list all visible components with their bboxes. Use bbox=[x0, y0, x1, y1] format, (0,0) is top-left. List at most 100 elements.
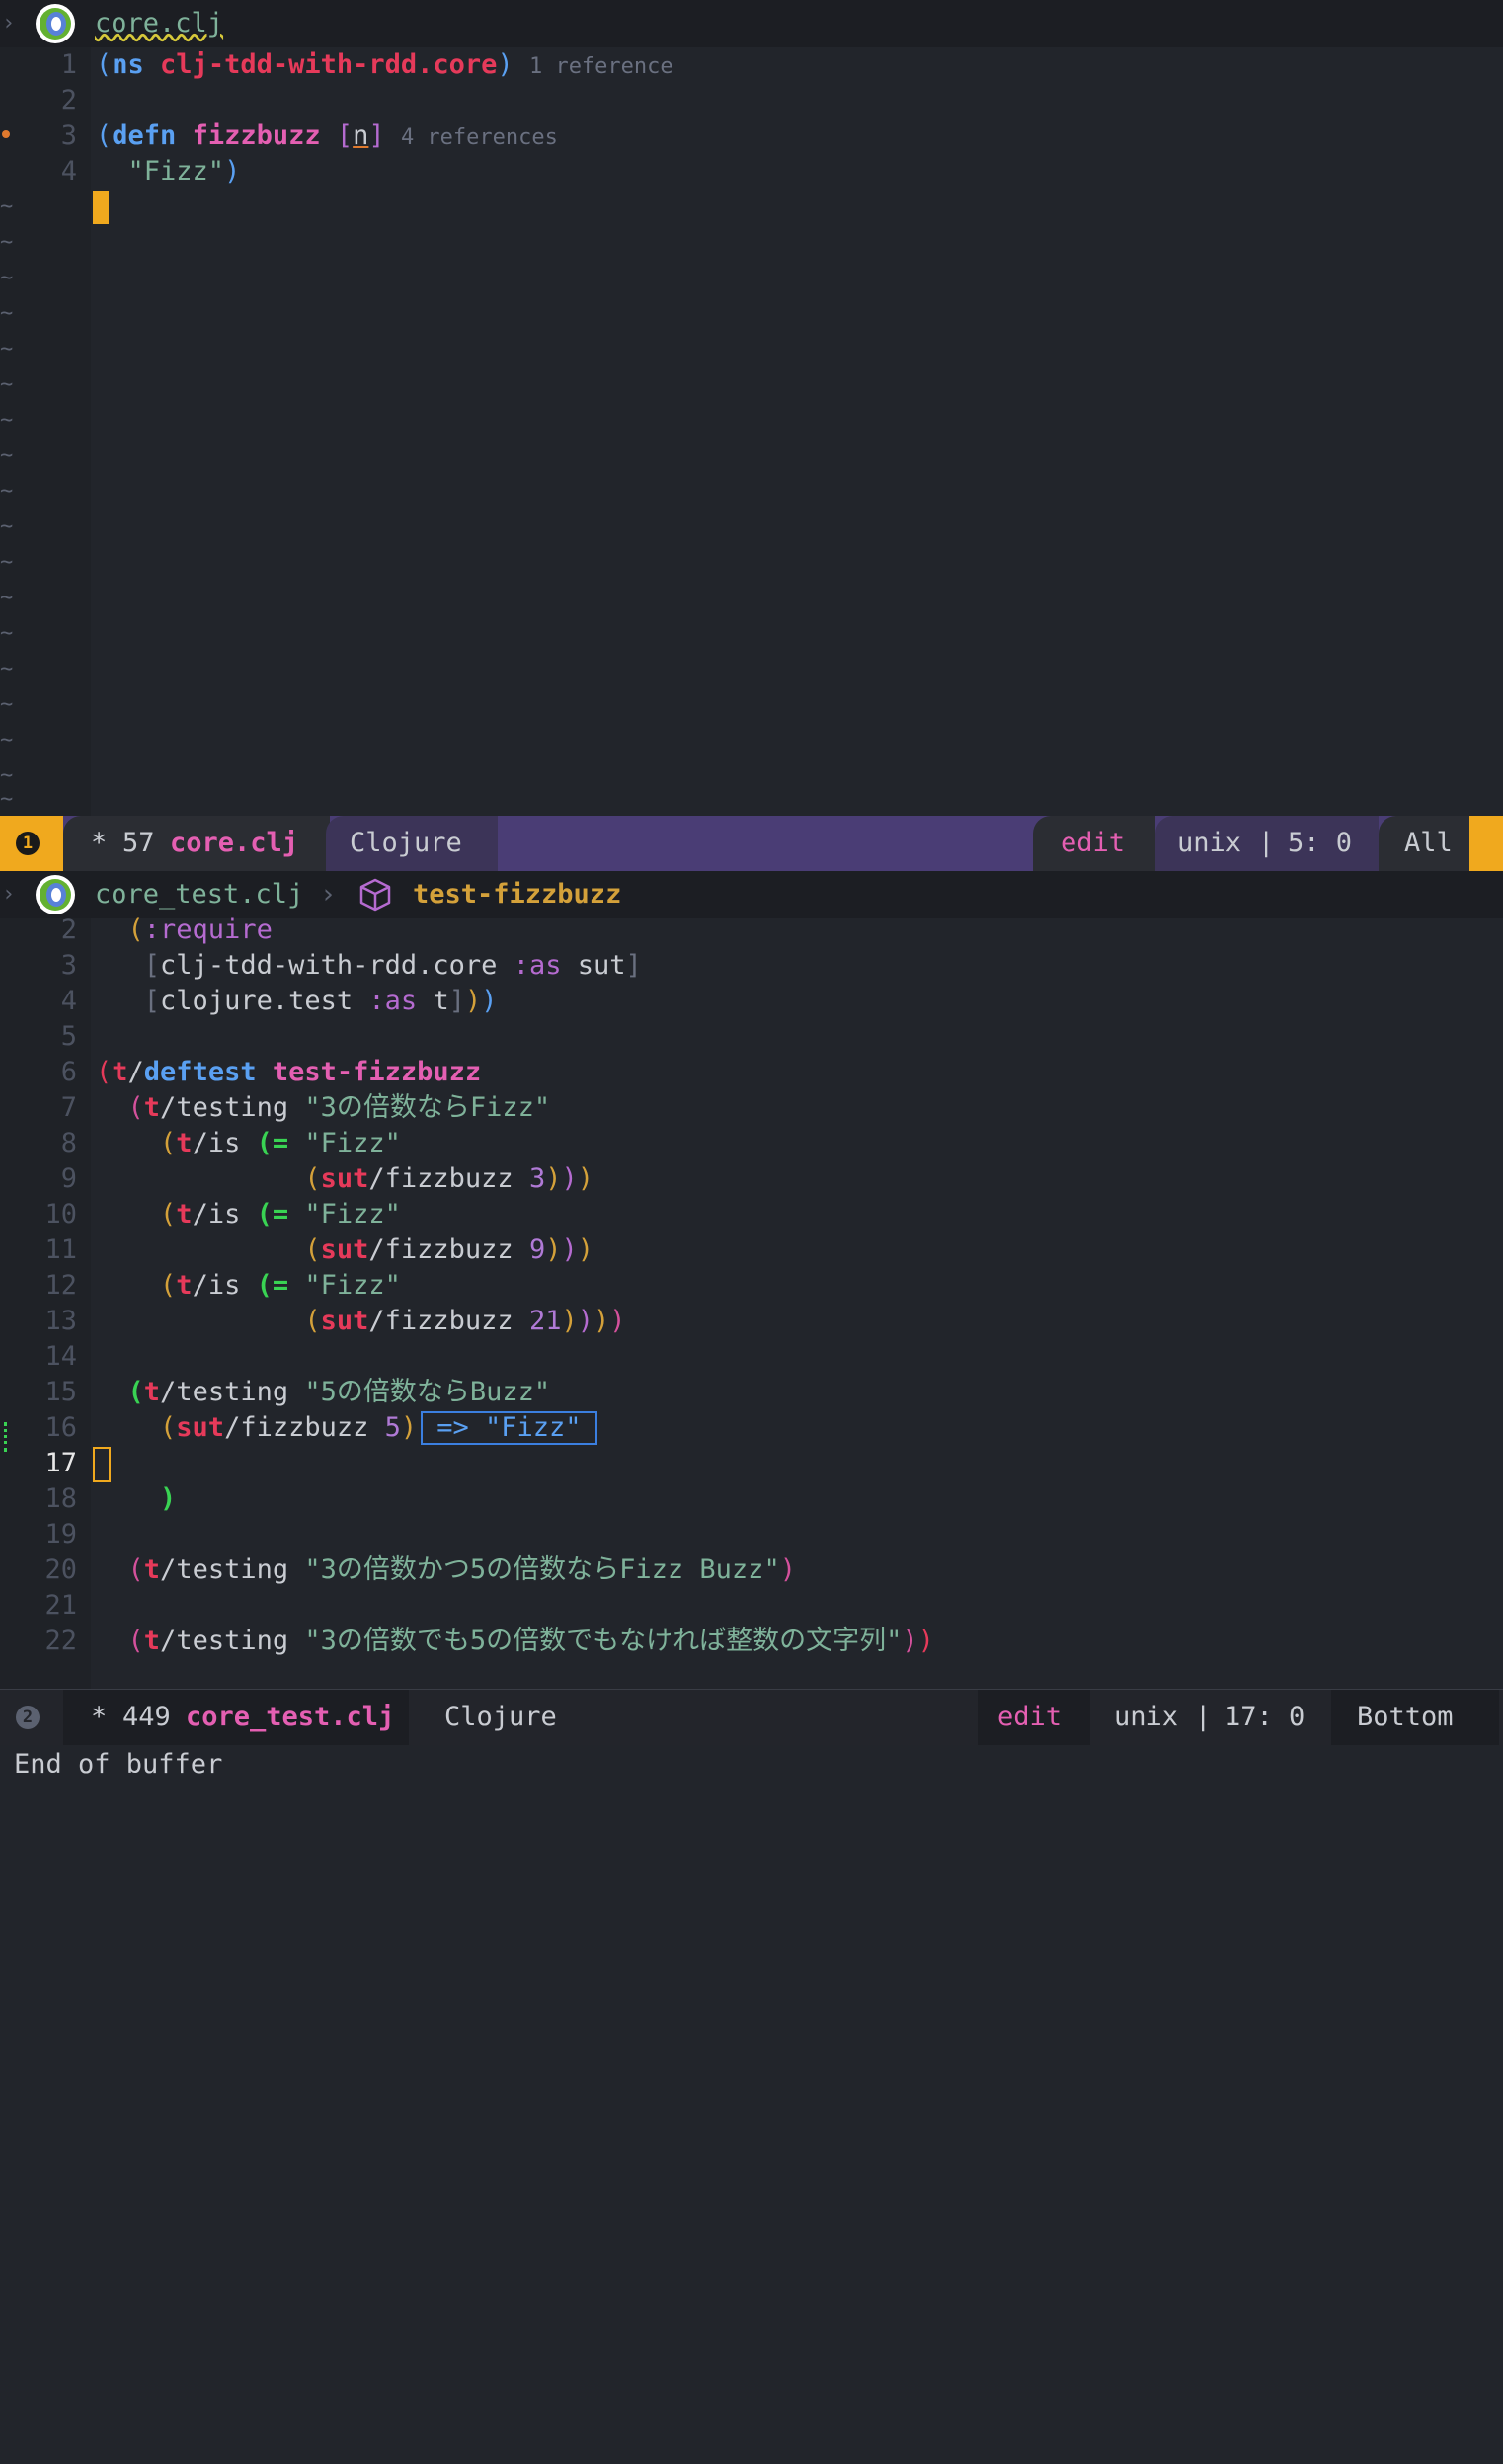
bottom-window[interactable]: › core_test.clj › test-fizzbuzz 2 3 4 5 … bbox=[0, 871, 1503, 1689]
buffer-size: 449 bbox=[122, 1702, 171, 1732]
code-line-13[interactable]: (sut/fizzbuzz 21)))) bbox=[96, 1304, 625, 1339]
param-name: n bbox=[353, 120, 369, 151]
code-line-18[interactable]: ) bbox=[96, 1481, 176, 1517]
code-line-15[interactable]: (t/testing "5の倍数ならBuzz" bbox=[96, 1375, 551, 1410]
testing-fn: testing bbox=[176, 1092, 289, 1123]
modeline-inactive[interactable]: 2 * 449 core_test.clj Clojure edit unix … bbox=[0, 1689, 1503, 1745]
major-mode[interactable]: Clojure bbox=[444, 1690, 557, 1745]
buffer-name[interactable]: core_test.clj bbox=[186, 1690, 394, 1745]
line-number: 7 bbox=[60, 1092, 77, 1123]
code-line-22[interactable]: (t/testing "3の倍数でも5の倍数でもなければ整数の文字列")) bbox=[96, 1624, 934, 1659]
header-fold-arrow[interactable]: › bbox=[2, 877, 15, 913]
header-filename[interactable]: core_test.clj bbox=[95, 877, 303, 913]
empty-line-tilde: ~ bbox=[0, 266, 14, 290]
scroll-indicator: All bbox=[1404, 828, 1453, 858]
deftest-keyword: deftest bbox=[143, 1057, 257, 1087]
empty-line-tilde: ~ bbox=[0, 408, 14, 433]
is-fn: is bbox=[207, 1270, 241, 1301]
line-number: 10 bbox=[44, 1199, 77, 1230]
cube-icon bbox=[357, 877, 393, 913]
required-namespace: clj-tdd-with-rdd.core bbox=[160, 950, 498, 981]
diff-added-marker bbox=[4, 1422, 11, 1452]
empty-line-tilde: ~ bbox=[0, 301, 14, 326]
modeline-active[interactable]: 1 * 57 core.clj Clojure edit unix | 5: 0… bbox=[0, 816, 1503, 871]
equals-fn: = bbox=[272, 1199, 289, 1230]
test-alias: t bbox=[143, 1554, 161, 1585]
header-fold-arrow[interactable]: › bbox=[2, 6, 15, 41]
line-number-current: 17 bbox=[44, 1448, 77, 1478]
clojure-logo-icon bbox=[36, 4, 75, 43]
line-number: 14 bbox=[44, 1341, 77, 1372]
equals-fn: = bbox=[272, 1128, 289, 1158]
empty-line-tilde: ~ bbox=[0, 787, 14, 812]
line-number: 13 bbox=[44, 1306, 77, 1336]
reference-hint[interactable]: 4 references bbox=[401, 125, 558, 150]
testing-fn: testing bbox=[176, 1626, 289, 1656]
empty-line-tilde: ~ bbox=[0, 443, 14, 468]
window-number-badge[interactable]: 1 bbox=[16, 832, 40, 855]
code-line-9[interactable]: (sut/fizzbuzz 3))) bbox=[96, 1161, 593, 1197]
line-number: 4 bbox=[60, 986, 77, 1016]
line-number: 22 bbox=[44, 1626, 77, 1656]
code-line-4[interactable]: [clojure.test :as t])) bbox=[96, 984, 498, 1019]
code-line-12[interactable]: (t/is (= "Fizz" bbox=[96, 1268, 401, 1304]
code-line-16[interactable]: (sut/fizzbuzz 5) => "Fizz" bbox=[96, 1410, 597, 1446]
header-filename[interactable]: core.clj bbox=[95, 6, 223, 41]
reference-hint[interactable]: 1 reference bbox=[529, 54, 673, 79]
modeline-end-accent bbox=[1469, 816, 1503, 871]
code-line-7[interactable]: (t/testing "3の倍数ならFizz" bbox=[96, 1090, 551, 1126]
line-number: 5 bbox=[60, 1021, 77, 1052]
line-number: 12 bbox=[44, 1270, 77, 1301]
empty-line-tilde: ~ bbox=[0, 195, 14, 219]
code-line-1[interactable]: (ns clj-tdd-with-rdd.core) 1 reference bbox=[96, 47, 673, 83]
string-literal: "Fizz" bbox=[304, 1128, 401, 1158]
empty-line-tilde: ~ bbox=[0, 657, 14, 681]
empty-line-tilde: ~ bbox=[0, 586, 14, 610]
fizzbuzz-call: fizzbuzz bbox=[240, 1412, 369, 1443]
code-line-6[interactable]: (t/deftest test-fizzbuzz bbox=[96, 1055, 481, 1090]
header-line: › core_test.clj › test-fizzbuzz bbox=[0, 871, 1503, 918]
scroll-indicator: Bottom bbox=[1357, 1702, 1454, 1732]
encoding: unix bbox=[1177, 828, 1242, 858]
code-line-4[interactable]: "Fizz") bbox=[96, 154, 241, 190]
testing-fn: testing bbox=[176, 1554, 289, 1585]
empty-line-tilde: ~ bbox=[0, 230, 14, 255]
window-number-badge[interactable]: 2 bbox=[16, 1706, 40, 1729]
code-line-3[interactable]: (defn fizzbuzz [n] 4 references bbox=[96, 119, 558, 154]
buffer-name[interactable]: core.clj bbox=[170, 816, 298, 871]
empty-line-tilde: ~ bbox=[0, 692, 14, 717]
namespace-alias: sut bbox=[577, 950, 626, 981]
empty-line-tilde: ~ bbox=[0, 372, 14, 397]
evil-state: edit bbox=[997, 1702, 1063, 1732]
modeline-separator: | bbox=[1195, 1702, 1212, 1732]
test-alias: t bbox=[143, 1092, 161, 1123]
fizzbuzz-call: fizzbuzz bbox=[384, 1306, 514, 1336]
breadcrumb-separator: › bbox=[320, 879, 337, 910]
code-line-11[interactable]: (sut/fizzbuzz 9))) bbox=[96, 1232, 593, 1268]
line-number: 9 bbox=[60, 1163, 77, 1194]
empty-line-tilde: ~ bbox=[0, 621, 14, 646]
test-alias: t bbox=[143, 1626, 161, 1656]
code-line-8[interactable]: (t/is (= "Fizz" bbox=[96, 1126, 401, 1161]
eval-result-overlay[interactable]: => "Fizz" bbox=[421, 1411, 597, 1445]
line-number: 4 bbox=[60, 156, 77, 187]
code-line-20[interactable]: (t/testing "3の倍数かつ5の倍数ならFizz Buzz") bbox=[96, 1552, 796, 1588]
breadcrumb-symbol[interactable]: test-fizzbuzz bbox=[413, 877, 621, 913]
ns-keyword: ns bbox=[112, 49, 144, 80]
function-name: fizzbuzz bbox=[192, 120, 321, 151]
testing-description: "3の倍数ならFizz" bbox=[304, 1092, 551, 1123]
empty-line-tilde: ~ bbox=[0, 515, 14, 539]
cursor-position: 5: 0 bbox=[1288, 828, 1353, 858]
line-number: 15 bbox=[44, 1377, 77, 1407]
code-line-2[interactable]: (:require bbox=[96, 913, 273, 948]
line-number: 18 bbox=[44, 1483, 77, 1514]
line-number: 6 bbox=[60, 1057, 77, 1087]
test-alias: t bbox=[143, 1377, 161, 1407]
line-number: 21 bbox=[44, 1590, 77, 1621]
code-line-10[interactable]: (t/is (= "Fizz" bbox=[96, 1197, 401, 1232]
as-keyword: :as bbox=[368, 986, 418, 1016]
namespace-alias: t bbox=[433, 986, 449, 1016]
top-window[interactable]: › core.clj 1 (ns clj-tdd-with-rdd.core) … bbox=[0, 0, 1503, 816]
code-line-3[interactable]: [clj-tdd-with-rdd.core :as sut] bbox=[96, 948, 642, 984]
major-mode[interactable]: Clojure bbox=[350, 816, 462, 871]
